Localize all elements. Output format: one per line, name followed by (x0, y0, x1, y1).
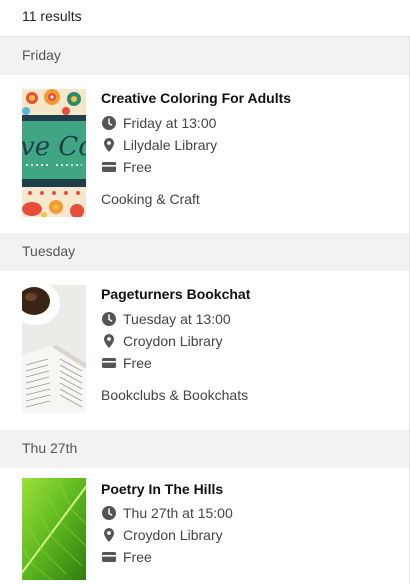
event-time: Thu 27th at 15:00 (101, 505, 233, 521)
event-thumbnail: ve Co (22, 89, 86, 217)
ticket-icon (102, 162, 116, 172)
event-location-text: Lilydale Library (123, 137, 218, 153)
event-location: Croydon Library (101, 333, 223, 349)
event-card-creative-coloring[interactable]: ve Co Creative Coloring For Adults Frida… (0, 75, 410, 233)
event-time: Tuesday at 13:00 (101, 311, 231, 327)
event-location: Croydon Library (101, 527, 223, 543)
clock-icon (102, 116, 116, 130)
event-price-text: Free (123, 549, 152, 565)
clock-icon (102, 506, 116, 520)
results-count: 11 results (0, 0, 410, 37)
event-time-text: Tuesday at 13:00 (123, 311, 231, 327)
event-time-text: Thu 27th at 15:00 (123, 505, 233, 521)
clock-icon (102, 312, 116, 326)
day-header-tuesday: Tuesday (0, 233, 410, 271)
event-title[interactable]: Pageturners Bookchat (101, 286, 250, 302)
event-location-text: Croydon Library (123, 527, 223, 543)
event-card-pageturners[interactable]: Pageturners Bookchat Tuesday at 13:00 Cr… (0, 271, 410, 430)
event-location: Lilydale Library (101, 137, 217, 153)
event-time-text: Friday at 13:00 (123, 115, 217, 131)
event-title[interactable]: Poetry In The Hills (101, 481, 223, 497)
event-price: Free (101, 549, 152, 565)
event-title[interactable]: Creative Coloring For Adults (101, 90, 291, 106)
thumbnail-lettering: ve Co (22, 132, 86, 162)
ticket-icon (102, 552, 116, 562)
event-price: Free (101, 355, 152, 371)
map-pin-icon (104, 528, 114, 542)
day-header-friday: Friday (0, 37, 410, 75)
ticket-icon (102, 358, 116, 368)
event-thumbnail (22, 285, 86, 413)
event-price: Free (101, 159, 152, 175)
event-location-text: Croydon Library (123, 333, 223, 349)
map-pin-icon (104, 334, 114, 348)
day-header-thu-27th: Thu 27th (0, 430, 410, 468)
event-price-text: Free (123, 355, 152, 371)
event-time: Friday at 13:00 (101, 115, 216, 131)
event-category: Bookclubs & Bookchats (101, 387, 249, 403)
event-price-text: Free (123, 159, 152, 175)
event-card-poetry[interactable]: Poetry In The Hills Thu 27th at 15:00 Cr… (0, 468, 410, 580)
event-category: Cooking & Craft (101, 191, 200, 207)
event-thumbnail (22, 478, 86, 580)
map-pin-icon (104, 138, 114, 152)
